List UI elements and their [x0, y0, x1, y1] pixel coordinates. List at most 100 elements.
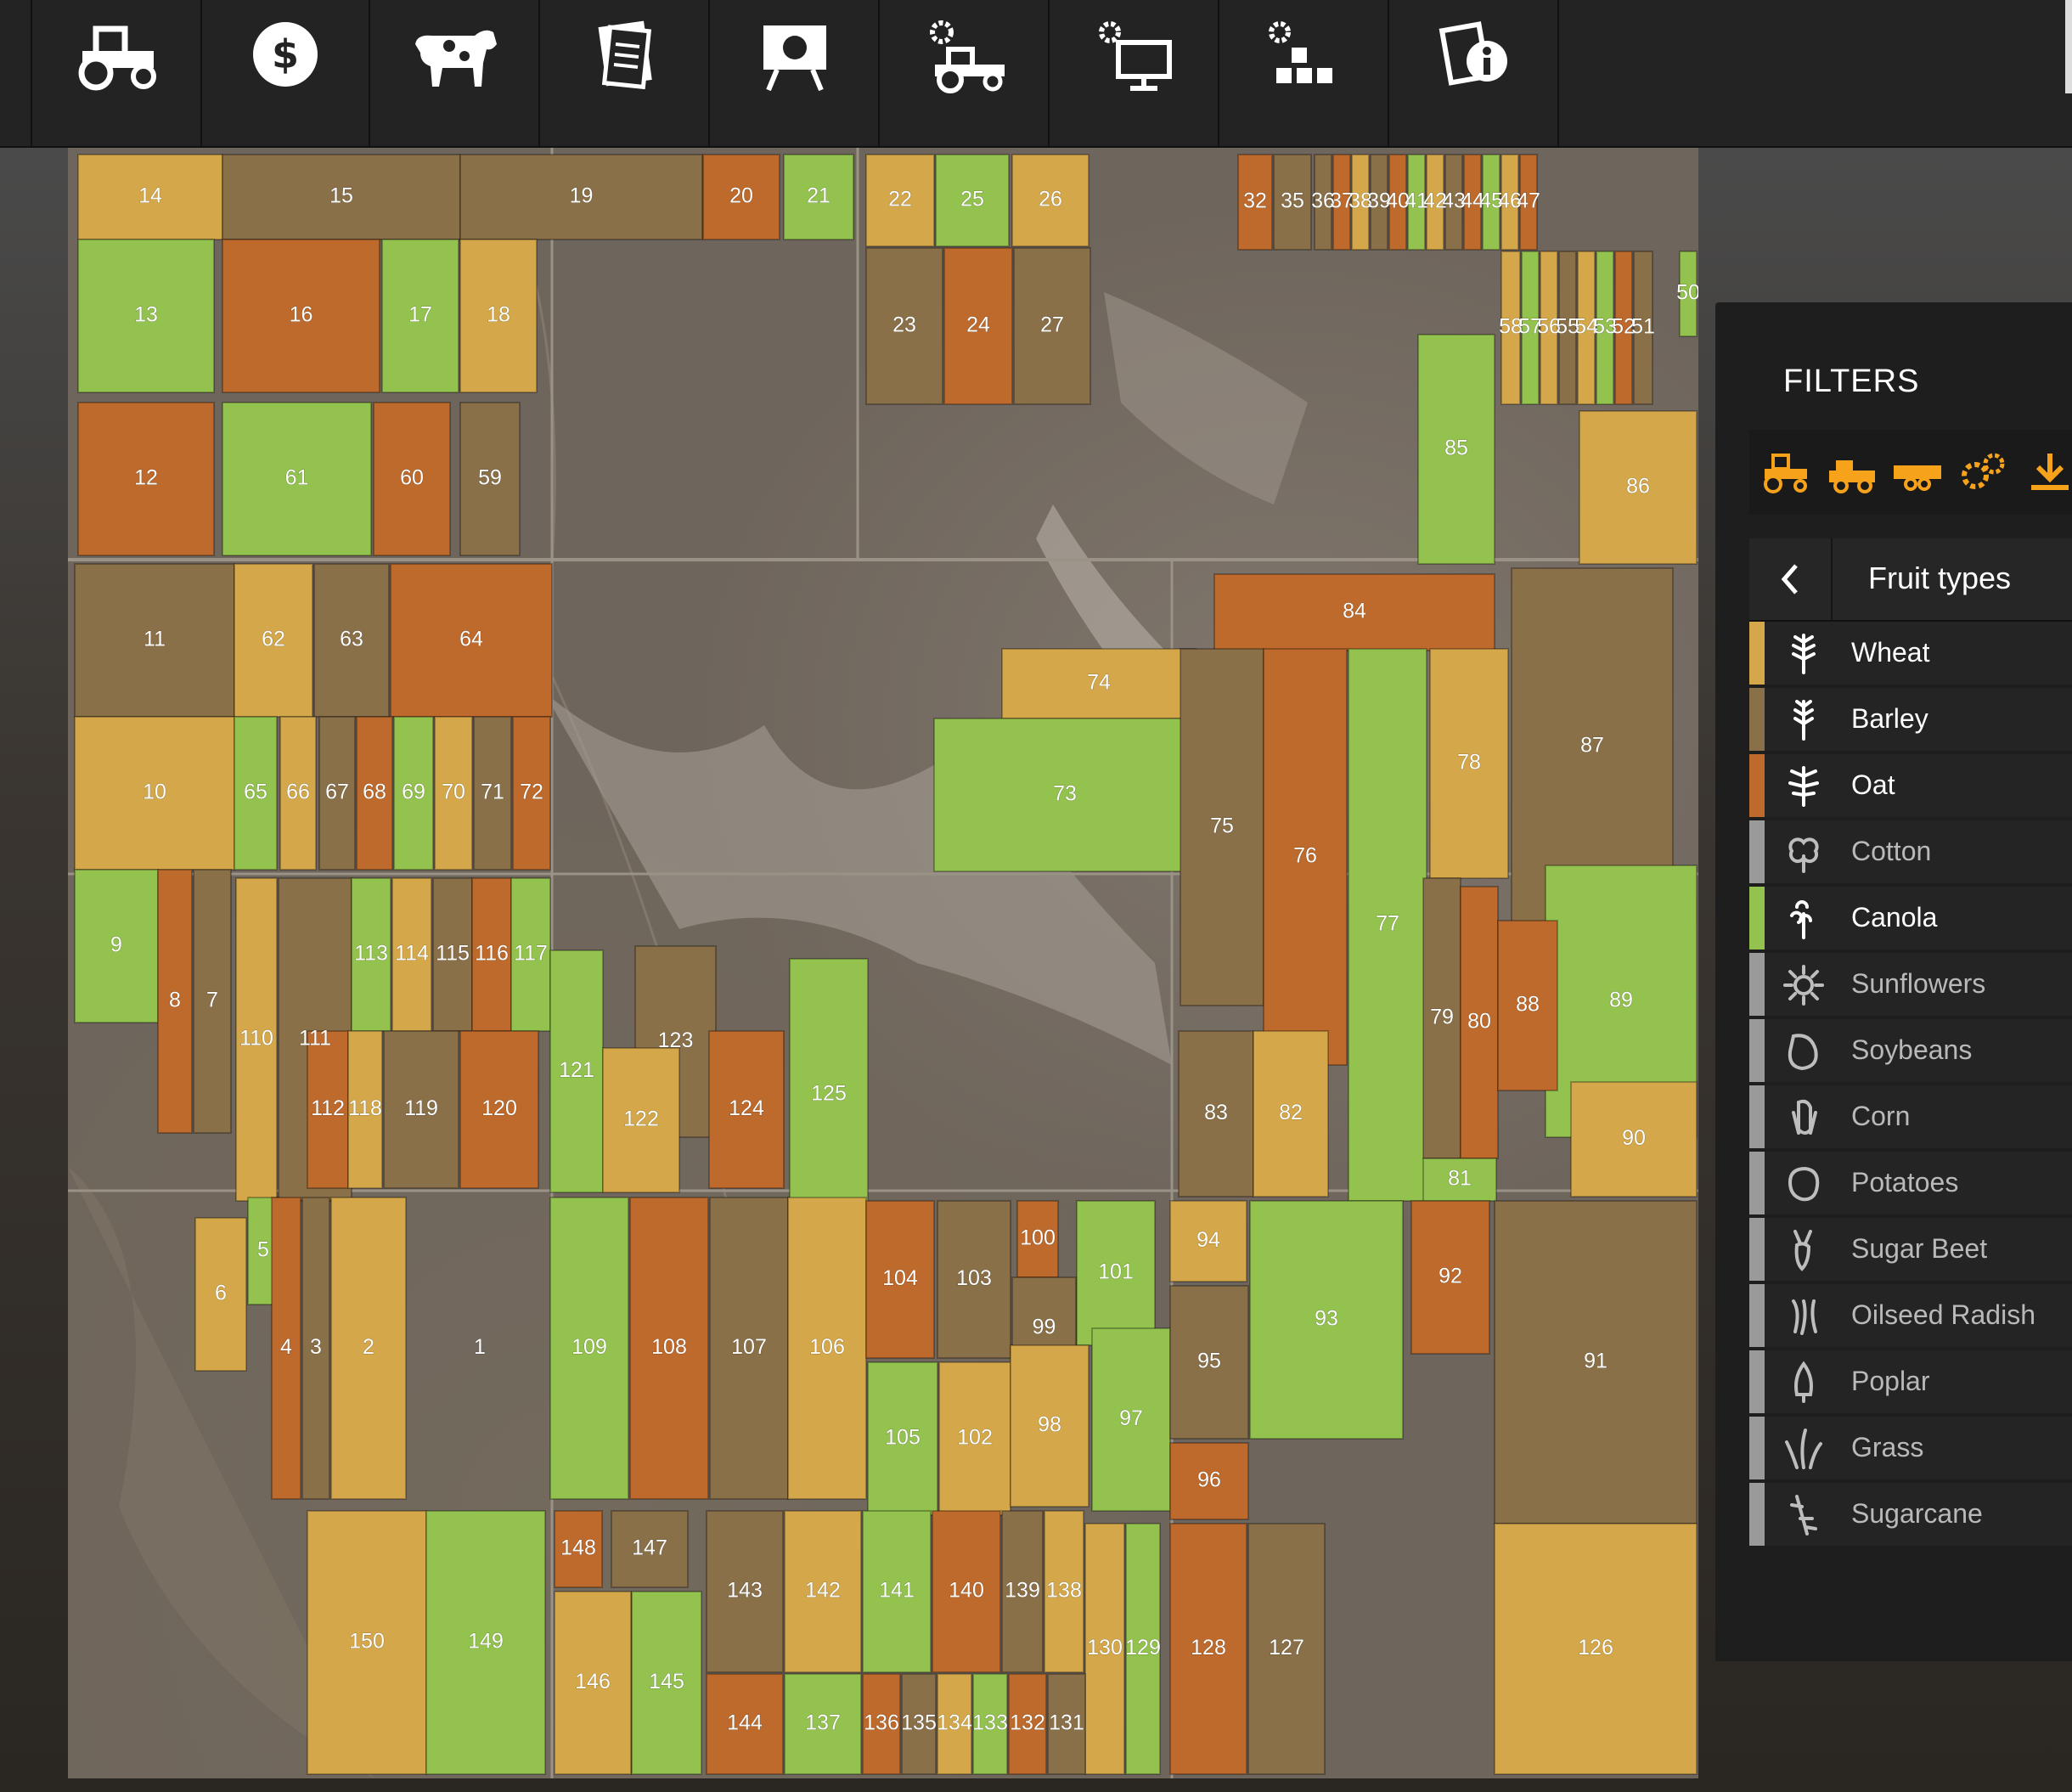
field-label: 1: [474, 1335, 486, 1359]
field-label: 86: [1626, 475, 1650, 499]
field-label: 20: [729, 184, 753, 208]
field-label: 133: [972, 1711, 1008, 1735]
field-label: 90: [1622, 1126, 1646, 1150]
fruit-color-swatch: [1749, 1152, 1765, 1214]
field-label: 109: [571, 1335, 607, 1359]
field-label: 150: [349, 1630, 385, 1654]
field-label: 82: [1279, 1101, 1303, 1124]
fruit-item-soybeans[interactable]: Soybeans: [1749, 1019, 2072, 1082]
toolbar-edge: [0, 0, 32, 146]
field-label: 118: [348, 1096, 382, 1120]
statistics-icon: [763, 25, 826, 92]
field-label: 94: [1196, 1228, 1220, 1252]
fruit-item-potatoes[interactable]: Potatoes: [1749, 1152, 2072, 1214]
fruit-color-swatch: [1749, 1085, 1765, 1148]
fruit-item-cotton[interactable]: Cotton: [1749, 820, 2072, 883]
field-label: 121: [559, 1058, 594, 1082]
fruit-item-wheat[interactable]: Wheat: [1749, 622, 2072, 685]
field-label: 143: [727, 1579, 763, 1603]
field-label: 80: [1467, 1010, 1491, 1034]
garage-button[interactable]: [881, 0, 1050, 146]
field-label: 119: [404, 1096, 438, 1120]
fruit-item-grass[interactable]: Grass: [1749, 1417, 2072, 1479]
trailer-icon[interactable]: [1890, 450, 1945, 494]
field-label: 98: [1038, 1413, 1061, 1437]
field-label: 21: [807, 184, 830, 208]
field-label: 81: [1448, 1167, 1472, 1191]
gears-icon[interactable]: [1957, 450, 2011, 494]
fruit-color-swatch: [1749, 1284, 1765, 1347]
field-label: 93: [1315, 1307, 1338, 1331]
fruit-item-oilseed-radish[interactable]: Oilseed Radish: [1749, 1284, 2072, 1347]
finances-button[interactable]: $: [202, 0, 370, 146]
field-label: 120: [481, 1096, 517, 1120]
field-label: 11: [144, 628, 166, 651]
field-label: 65: [244, 780, 267, 804]
finances-icon: $: [253, 22, 318, 87]
help-button[interactable]: [1391, 0, 1559, 146]
field-label: 106: [809, 1335, 845, 1359]
field-label: 139: [1005, 1579, 1040, 1603]
field-label: 105: [885, 1426, 921, 1450]
fruit-item-label: Grass: [1851, 1432, 1924, 1462]
map-canvas[interactable]: 14 15 19 20 21 22 25 2613 16 17 18 23 24 2712 61 60 5932…: [68, 148, 1698, 1778]
field-label: 89: [1609, 989, 1633, 1012]
field-label: 10: [143, 780, 166, 804]
fruit-item-label: Poplar: [1851, 1366, 1930, 1396]
field-label: 5: [257, 1238, 269, 1262]
tractor-icon[interactable]: [1758, 450, 1812, 494]
field-label: 47: [1517, 189, 1540, 213]
field-label: 111: [299, 1027, 331, 1051]
field-label: 22: [888, 188, 912, 211]
field-label: 144: [727, 1711, 763, 1735]
fruit-item-sugar-beet[interactable]: Sugar Beet: [1749, 1218, 2072, 1281]
back-button[interactable]: [1749, 538, 1833, 620]
field-label: 129: [1125, 1636, 1161, 1660]
vehicles-button[interactable]: [34, 0, 202, 146]
fruit-item-poplar[interactable]: Poplar: [1749, 1350, 2072, 1413]
fruit-color-swatch: [1749, 820, 1765, 883]
sugarbeet-icon: [1793, 1230, 1812, 1271]
harvester-icon[interactable]: [1824, 450, 1878, 494]
fruit-item-corn[interactable]: Corn: [1749, 1085, 2072, 1148]
fruit-types-title: Fruit types: [1868, 561, 2012, 595]
field-label: 66: [286, 780, 310, 804]
field-label: 19: [570, 184, 594, 208]
field-label: 73: [1053, 782, 1077, 806]
construction-button[interactable]: [1221, 0, 1389, 146]
field-label: 135: [901, 1711, 937, 1735]
field-label: 103: [956, 1266, 992, 1290]
filters-panel: FILTERS Fruit types Wheat Barley Oat Cot…: [1715, 302, 2072, 1661]
field-label: 96: [1197, 1468, 1221, 1492]
field-label: 61: [285, 466, 309, 490]
fruit-item-label: Sugarcane: [1851, 1498, 1983, 1529]
animals-button[interactable]: [372, 0, 540, 146]
field-label: 76: [1293, 844, 1317, 868]
field-label: 84: [1343, 600, 1366, 623]
corn-icon: [1792, 1099, 1817, 1135]
fruit-item-oat[interactable]: Oat: [1749, 754, 2072, 817]
download-icon[interactable]: [2023, 450, 2072, 494]
fruit-item-barley[interactable]: Barley: [1749, 688, 2072, 751]
fruit-item-sunflowers[interactable]: Sunflowers: [1749, 953, 2072, 1016]
field-label: 110: [239, 1027, 273, 1051]
statistics-button[interactable]: [712, 0, 880, 146]
field-label: 77: [1376, 912, 1399, 936]
field-label: 148: [560, 1536, 596, 1560]
production-button[interactable]: [1051, 0, 1219, 146]
field-label: 131: [1049, 1711, 1084, 1735]
fruit-item-label: Sunflowers: [1851, 968, 1986, 999]
contracts-button[interactable]: [542, 0, 710, 146]
fruit-types-list: Wheat Barley Oat Cotton Canola Sunflowers Soyb…: [1749, 622, 2072, 1549]
fruit-color-swatch: [1749, 1218, 1765, 1281]
radish-icon: [1792, 1299, 1817, 1335]
fruit-color-swatch: [1749, 1483, 1765, 1546]
vehicles-icon: [78, 25, 156, 91]
field-label: 59: [478, 466, 502, 490]
field-label: 104: [882, 1266, 918, 1290]
animals-icon: [415, 30, 497, 87]
fruit-item-canola[interactable]: Canola: [1749, 887, 2072, 950]
farmland-map[interactable]: 14 15 19 20 21 22 25 26 13 16 17 18 23 24 27 12 61 60 59 32…: [68, 148, 1698, 1778]
fruit-item-sugarcane[interactable]: Sugarcane: [1749, 1483, 2072, 1546]
svg-text:$: $: [272, 31, 299, 77]
